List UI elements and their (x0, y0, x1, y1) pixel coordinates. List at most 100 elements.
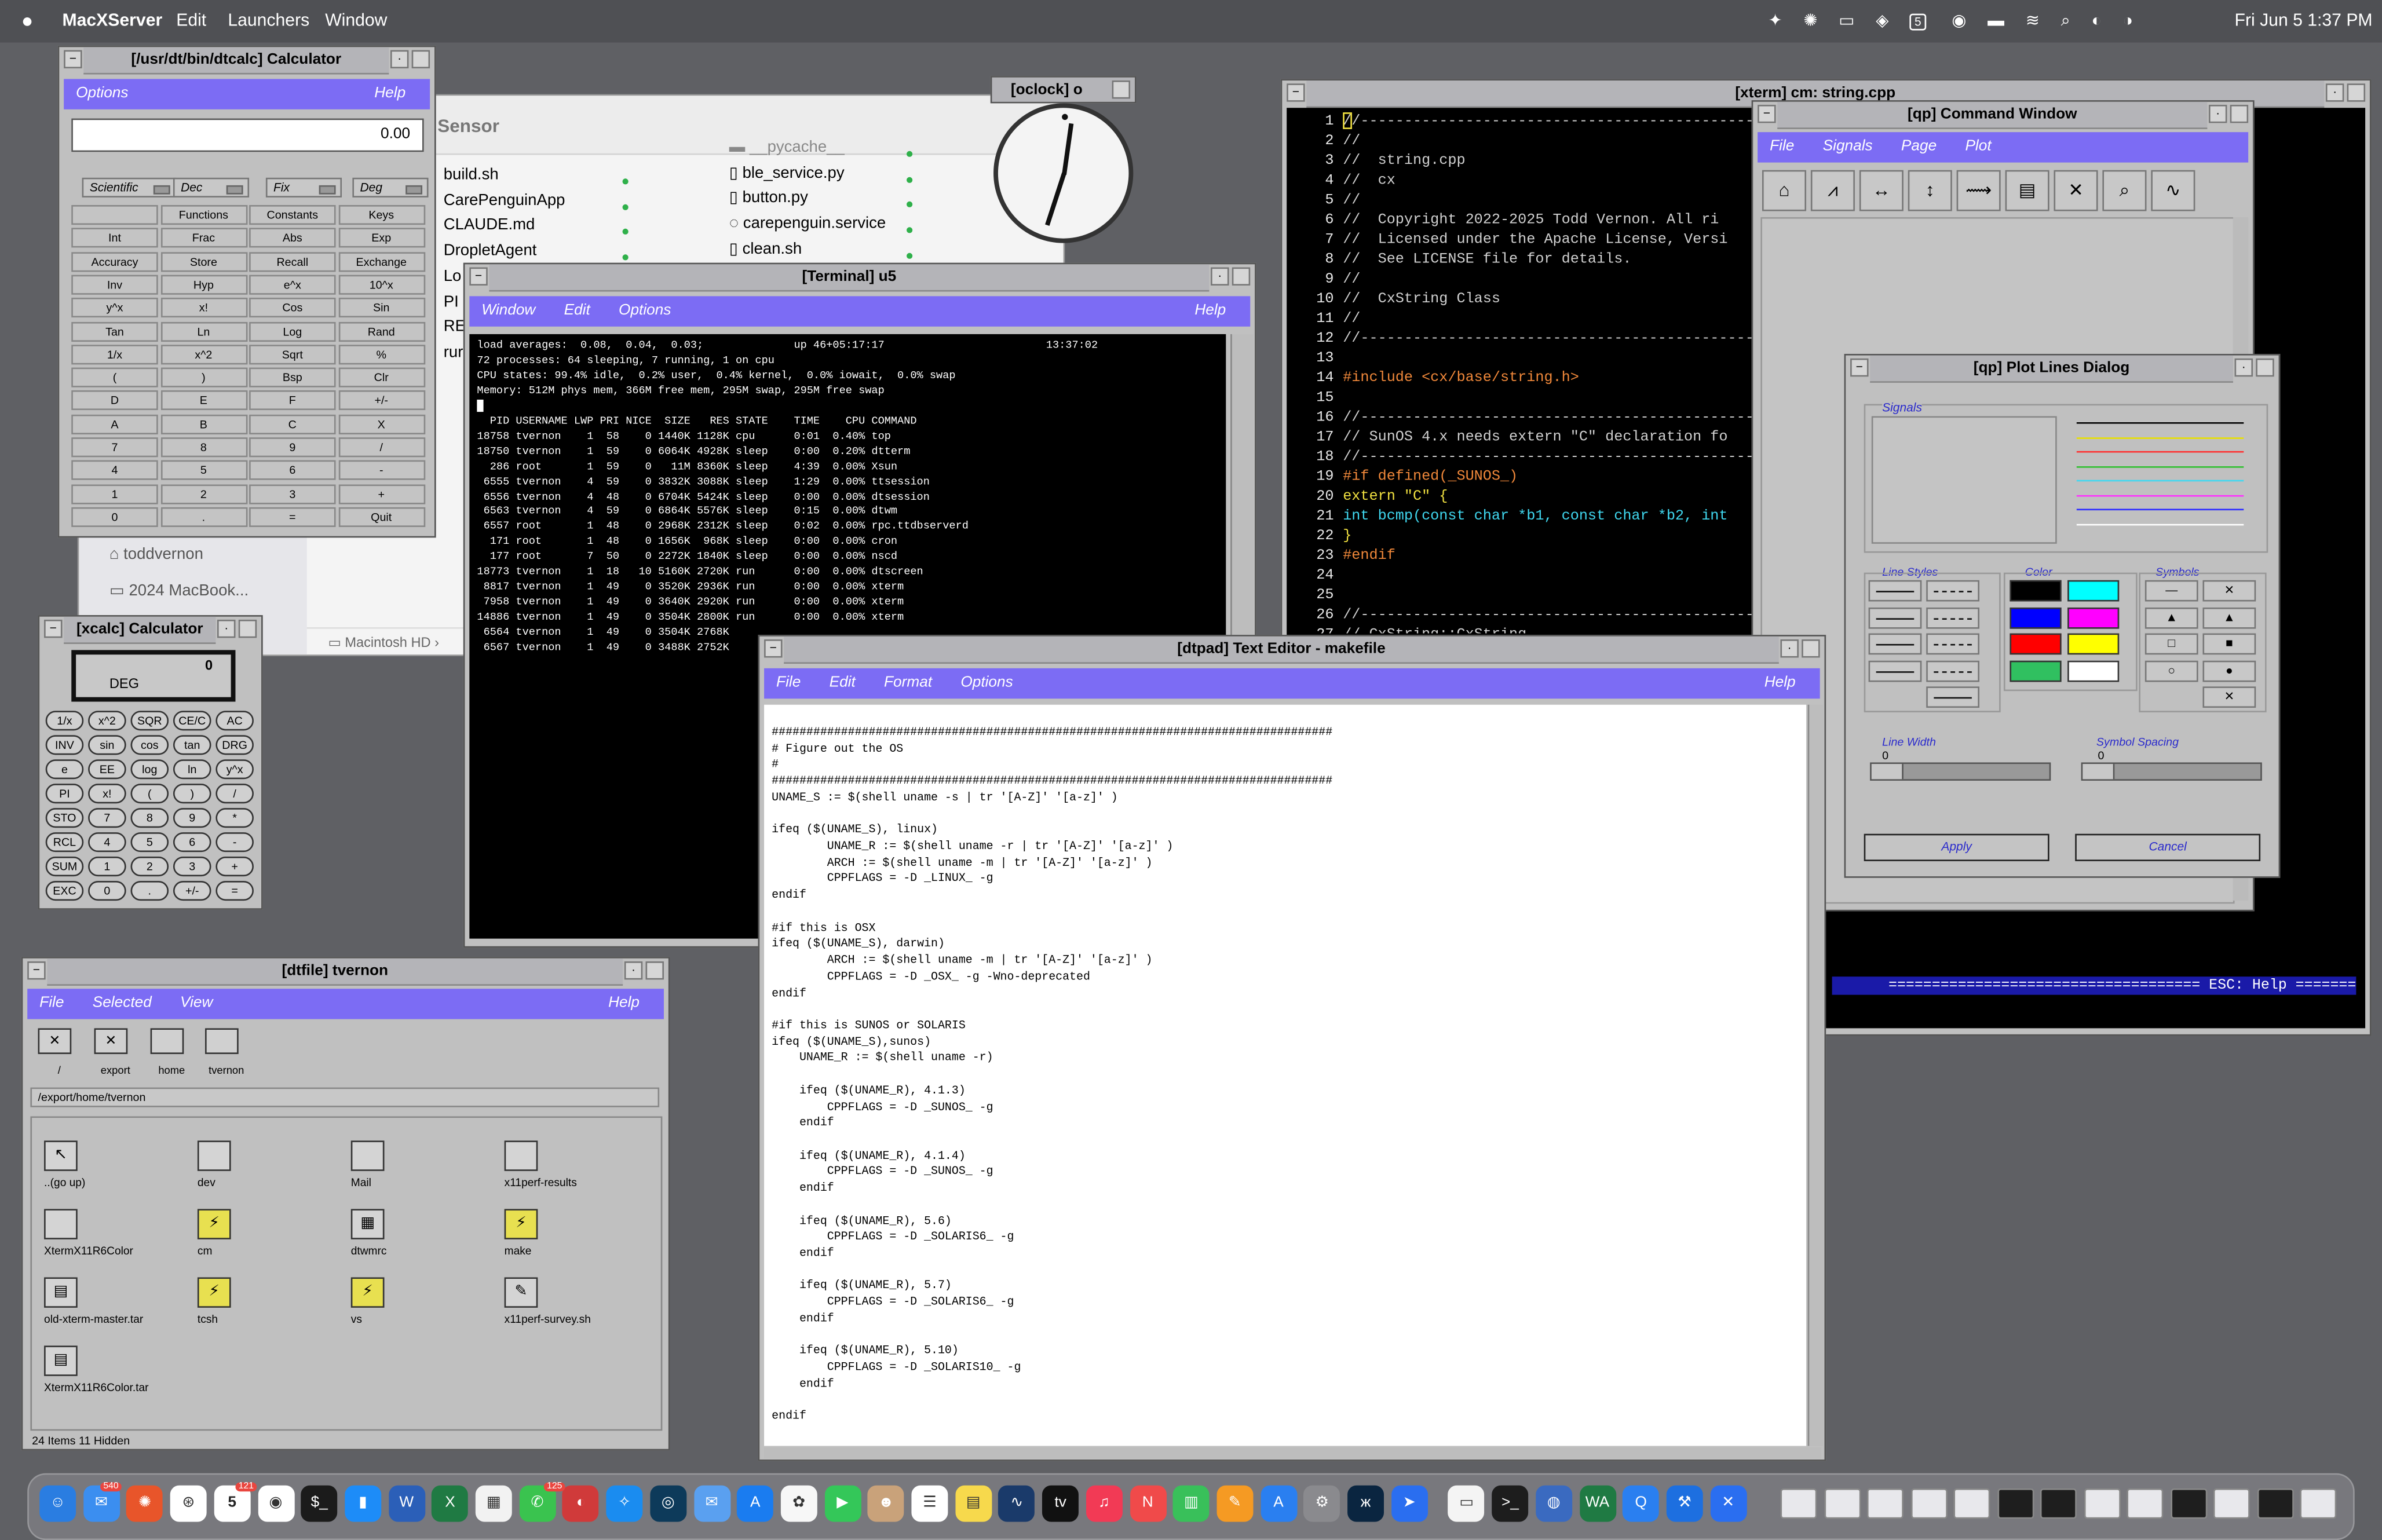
calc-key[interactable]: Inv (71, 275, 158, 295)
finder-file[interactable]: CarePenguinApp (444, 188, 565, 213)
maximize-icon[interactable] (645, 961, 664, 980)
line-style-dashdot2-button[interactable] (1926, 660, 1979, 682)
xcalc-key[interactable]: x^2 (88, 711, 126, 731)
calc-key[interactable]: Store (160, 251, 247, 272)
menu-view[interactable]: View (180, 995, 213, 1012)
xcalc-key[interactable]: cos (130, 735, 169, 755)
color-swatch-button[interactable] (2067, 580, 2120, 602)
menu-page[interactable]: Page (1901, 138, 1937, 155)
calc-key[interactable]: Frac (160, 228, 247, 248)
calc-key[interactable]: Recall (249, 251, 336, 272)
xcalc-key[interactable]: - (215, 832, 254, 853)
xcalc-key[interactable]: 5 (130, 832, 169, 853)
xcalc-key[interactable]: SQR (130, 711, 169, 731)
symbol-button[interactable]: — (2144, 580, 2198, 602)
xcalc-key[interactable]: ( (130, 784, 169, 804)
butterfly-icon[interactable]: ж (1347, 1485, 1384, 1522)
xcalc-key[interactable]: ln (173, 759, 211, 780)
xcalc-key[interactable]: 1 (88, 857, 126, 877)
calc-key[interactable]: Sqrt (249, 344, 336, 364)
maximize-icon[interactable] (1232, 267, 1251, 286)
calc-key[interactable]: Sin (338, 298, 425, 318)
line-style-dotted-button[interactable] (1868, 633, 1922, 655)
color-swatch-button[interactable] (2010, 606, 2062, 628)
win-thumbnail-icon[interactable] (1953, 1488, 1990, 1519)
calc-key[interactable]: e^x (249, 275, 336, 295)
term-icon[interactable]: >_ (1492, 1485, 1529, 1522)
calc-key[interactable]: Hyp (160, 275, 247, 295)
file-item[interactable]: ⚡ cm (197, 1209, 342, 1270)
xcalc-key[interactable]: e (45, 759, 84, 780)
testflight-icon[interactable]: ➤ (1391, 1485, 1428, 1522)
xcalc-key[interactable]: * (215, 808, 254, 828)
calc-key[interactable]: Keys (338, 205, 425, 225)
minimize-icon[interactable]: · (390, 50, 409, 69)
facetime-icon[interactable]: ▶ (824, 1485, 861, 1522)
file-item[interactable]: ▤ XtermX11R6Color.tar (44, 1345, 188, 1406)
xcalc-key[interactable]: + (215, 857, 254, 877)
calc-key[interactable]: x! (160, 298, 247, 318)
calc-key[interactable]: ( (71, 367, 158, 387)
calc-key[interactable]: 1 (71, 484, 158, 504)
symbol-button[interactable]: ✕ (2202, 580, 2256, 602)
stocks-icon[interactable]: ∿ (998, 1485, 1035, 1522)
xcalc-key[interactable]: 4 (88, 832, 126, 853)
calc-display[interactable]: 0.00 (71, 118, 424, 152)
line-style-solid-button[interactable] (1868, 580, 1922, 602)
calc-key[interactable]: Exchange (338, 251, 425, 272)
calc-key[interactable] (71, 205, 158, 225)
menu-format[interactable]: Format (884, 674, 932, 691)
sidebar-item-home[interactable]: ⌂ toddvernon (109, 536, 249, 573)
calc-key[interactable]: Bsp (249, 367, 336, 387)
xcalc-key[interactable]: 2 (130, 857, 169, 877)
xcalc-titlebar[interactable]: [xcalc] Calculator (64, 616, 216, 644)
calc-key[interactable]: 1/x (71, 344, 158, 364)
xcalc-key[interactable]: CE/C (173, 711, 211, 731)
xcalc-key[interactable]: 6 (173, 832, 211, 853)
xcalc-key[interactable]: tan (173, 735, 211, 755)
window-menu-icon[interactable]: − (1287, 83, 1305, 102)
menu-file[interactable]: File (776, 674, 801, 691)
xcalc-key[interactable]: = (215, 880, 254, 901)
music-icon[interactable]: ♫ (1086, 1485, 1123, 1522)
disk-icon[interactable]: ◍ (1535, 1485, 1572, 1522)
safari-icon[interactable]: ✧ (606, 1485, 643, 1522)
signals-list[interactable] (1871, 416, 2057, 544)
maximize-icon[interactable] (2256, 358, 2274, 377)
menu-edit[interactable]: Edit (830, 674, 856, 691)
maximize-icon[interactable] (1802, 639, 1820, 658)
menu-window[interactable]: Window (325, 0, 387, 42)
scale-icon[interactable]: ⟿ (1956, 170, 2001, 211)
calc-key[interactable]: D (71, 390, 158, 411)
symbol-spacing-slider[interactable] (2081, 762, 2262, 781)
finder-file[interactable]: ▯ button.py (729, 186, 886, 211)
color-swatch-button[interactable] (2067, 633, 2120, 655)
calc-key[interactable]: B (160, 414, 247, 434)
term-thumbnail-icon[interactable] (2256, 1488, 2293, 1519)
calc-key[interactable]: F (249, 390, 336, 411)
window-menu-icon[interactable]: − (1850, 358, 1869, 377)
term-thumbnail-icon[interactable] (1997, 1488, 2034, 1519)
mail-alt-icon[interactable]: ✉ (693, 1485, 730, 1522)
settings-icon[interactable]: ⚙ (1303, 1485, 1340, 1522)
calc-key[interactable]: C (249, 414, 336, 434)
symbol-button[interactable]: □ (2144, 633, 2198, 655)
calc-key[interactable]: 4 (71, 460, 158, 481)
dtpad-titlebar[interactable]: [dtpad] Text Editor - makefile (784, 636, 1779, 664)
zoom-h-icon[interactable]: ↔ (1859, 170, 1904, 211)
file-item[interactable]: ⚡ tcsh (197, 1277, 342, 1338)
calc-key[interactable]: Functions (160, 205, 247, 225)
pages-icon[interactable]: ✎ (1216, 1485, 1254, 1522)
search-icon[interactable]: ⌕ (2102, 170, 2147, 211)
finder-file[interactable]: ◌ carepenguin.service (729, 211, 886, 237)
maximize-icon[interactable] (2230, 104, 2249, 123)
finder-file[interactable]: ▬ __pycache__ (729, 135, 886, 160)
appletv-icon[interactable]: tv (1042, 1485, 1079, 1522)
calc-key[interactable]: + (338, 484, 425, 504)
color-swatch-button[interactable] (2010, 660, 2062, 682)
window-menu-icon[interactable]: − (27, 961, 46, 980)
line-style-dashed-button[interactable] (1868, 660, 1922, 682)
win-thumbnail-icon[interactable] (2083, 1488, 2120, 1519)
calc-key[interactable]: y^x (71, 298, 158, 318)
calc-key[interactable]: Quit (338, 507, 425, 527)
